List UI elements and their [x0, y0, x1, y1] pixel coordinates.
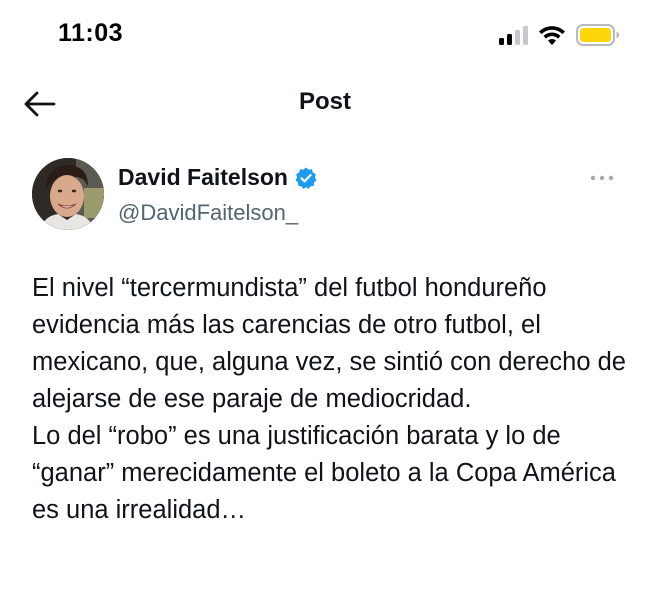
- avatar[interactable]: [32, 158, 104, 230]
- author-name-line: David Faitelson: [118, 164, 318, 191]
- page-title: Post: [298, 88, 351, 115]
- user-handle[interactable]: @DavidFaitelson_: [118, 200, 298, 226]
- post-paragraph: El nivel “tercermundista” del futbol hon…: [32, 274, 626, 413]
- post-paragraph: Lo del “robo” es una justificación barat…: [32, 422, 616, 524]
- status-icons: [498, 22, 620, 48]
- signal-icon: [499, 26, 528, 45]
- author-row: David Faitelson @DavidFaitelson_: [0, 150, 650, 240]
- post-text: El nivel “tercermundista” del futbol hon…: [32, 270, 632, 529]
- status-time: 11:03: [58, 19, 124, 47]
- more-horizontal-icon[interactable]: [590, 174, 614, 182]
- display-name[interactable]: David Faitelson: [118, 164, 288, 191]
- status-bar: 11:03: [0, 0, 650, 70]
- battery-icon: [576, 24, 619, 46]
- avatar-image: [32, 158, 104, 230]
- wifi-icon: [539, 25, 565, 45]
- nav-header: Post: [0, 80, 650, 128]
- verified-badge-icon[interactable]: [294, 166, 318, 190]
